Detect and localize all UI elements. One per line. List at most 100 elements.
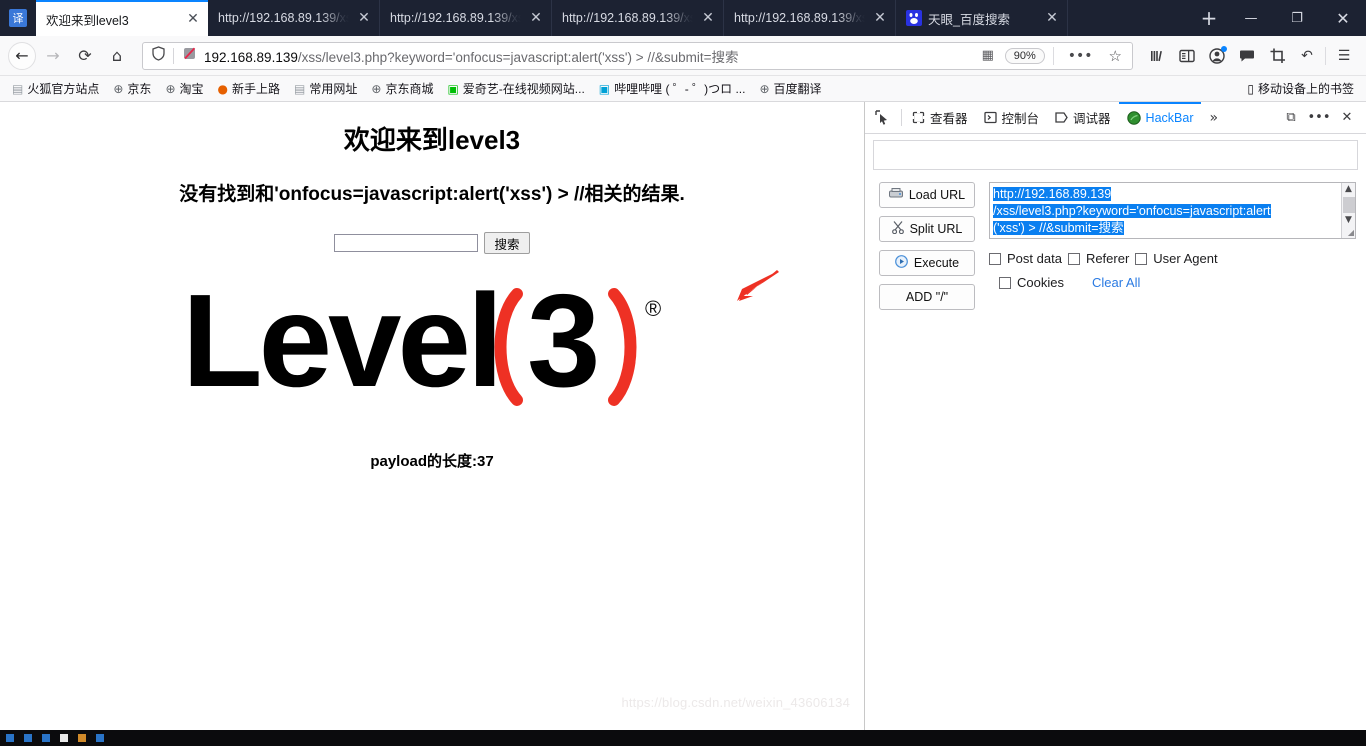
scroll-up-icon[interactable]: ▲ (1345, 183, 1352, 196)
tab-title: 天眼_百度搜索 (928, 12, 1010, 27)
scrollbar-thumb[interactable] (1342, 197, 1355, 213)
clear-all-link[interactable]: Clear All (1092, 275, 1140, 290)
load-url-button[interactable]: Load URL (879, 182, 975, 208)
taskbar-item[interactable] (78, 734, 86, 742)
split-url-button[interactable]: Split URL (879, 216, 975, 242)
hackbar-right-column: http://192.168.89.139 /xss/level3.php?ke… (989, 182, 1356, 310)
resize-handle-icon[interactable]: ◢ (1348, 228, 1354, 237)
bookmark-item[interactable]: ▣ 爱奇艺-在线视频网站... (441, 78, 590, 99)
load-url-icon (888, 188, 903, 202)
home-button[interactable]: ⌂ (102, 41, 132, 71)
phone-icon: ▯ (1247, 81, 1254, 96)
sidebar-icon[interactable] (1173, 42, 1201, 70)
bookmark-star-icon[interactable]: ☆ (1105, 47, 1126, 65)
back-button[interactable]: ← (8, 41, 36, 70)
url-textarea[interactable]: http://192.168.89.139 /xss/level3.php?ke… (990, 183, 1341, 238)
library-icon[interactable] (1143, 42, 1171, 70)
dock-position-icon[interactable]: ⧉ (1278, 110, 1304, 125)
zoom-level-badge[interactable]: 90% (1004, 47, 1045, 64)
shield-icon[interactable] (149, 46, 167, 65)
tab-close-icon[interactable]: ✕ (355, 11, 373, 25)
close-devtools-icon[interactable]: ✕ (1334, 110, 1360, 125)
tab-close-icon[interactable]: ✕ (699, 11, 717, 25)
checkbox-box[interactable] (999, 276, 1011, 289)
user-agent-checkbox[interactable]: User Agent (1135, 251, 1218, 266)
bookmark-item[interactable]: ⊕ 京东 (107, 78, 157, 99)
tab-close-icon[interactable]: ✕ (184, 12, 202, 26)
taskbar-item[interactable] (60, 734, 68, 742)
browser-tab-4[interactable]: http://192.168.89.139/xss/ ✕ (552, 0, 724, 36)
devtools-settings-icon[interactable]: ••• (1306, 110, 1332, 125)
bookmarks-toolbar: ▤ 火狐官方站点 ⊕ 京东 ⊕ 淘宝 ● 新手上路 ▤ 常用网址 ⊕ 京东商城 ▣ 爱奇艺-在… (0, 76, 1366, 102)
bookmark-item[interactable]: ▤ 常用网址 (288, 78, 363, 99)
close-window-button[interactable]: ✕ (1320, 0, 1366, 36)
post-data-checkbox[interactable]: Post data (989, 251, 1062, 266)
bookmark-item[interactable]: ● 新手上路 (212, 78, 287, 99)
scroll-down-icon[interactable]: ▼ (1345, 214, 1352, 227)
checkbox-box[interactable] (989, 252, 1001, 265)
taskbar-item[interactable] (96, 734, 104, 742)
undo-icon[interactable]: ↶ (1293, 42, 1321, 70)
element-picker-icon[interactable] (865, 102, 899, 133)
bookmark-item[interactable]: ⊕ 百度翻译 (753, 78, 827, 99)
browser-tab-1[interactable]: 欢迎来到level3 ✕ (36, 0, 208, 36)
execute-button[interactable]: Execute (879, 250, 975, 276)
browser-tab-5[interactable]: http://192.168.89.139/xss/ ✕ (724, 0, 896, 36)
maximize-button[interactable]: ❐ (1274, 0, 1320, 36)
new-tab-button[interactable]: + (1190, 0, 1228, 36)
page-actions-icon[interactable]: ••• (1062, 48, 1099, 64)
account-icon[interactable] (1203, 42, 1231, 70)
reload-button[interactable]: ⟳ (70, 41, 100, 71)
url-textarea-wrapper[interactable]: http://192.168.89.139 /xss/level3.php?ke… (989, 182, 1356, 239)
bookmark-item[interactable]: ⊕ 京东商城 (365, 78, 439, 99)
tab-debugger[interactable]: 调试器 (1047, 102, 1119, 133)
tab-close-icon[interactable]: ✕ (871, 11, 889, 25)
checkbox-box[interactable] (1067, 252, 1080, 265)
chat-icon[interactable] (1233, 42, 1261, 70)
address-bar[interactable]: 192.168.89.139/xss/level3.php?keyword='o… (142, 41, 1133, 70)
devtools-toolbar: 查看器 控制台 调试器 HackBar » ⧉ ••• ✕ (865, 102, 1366, 134)
browser-tab-3[interactable]: http://192.168.89.139/xss/ ✕ (380, 0, 552, 36)
tracker-blocked-icon[interactable] (180, 46, 198, 65)
bookmark-item[interactable]: ⊕ 淘宝 (159, 78, 209, 99)
os-taskbar[interactable] (0, 730, 1366, 746)
url-text: 192.168.89.139/xss/level3.php?keyword='o… (204, 49, 739, 65)
payload-length-text: payload的长度:37 (370, 453, 494, 470)
tab-label: 调试器 (1073, 112, 1111, 126)
forward-button[interactable]: → (38, 41, 68, 71)
hackbar-body: Load URL Split URL Execute ADD "/" http:… (865, 170, 1366, 310)
globe-icon: ⊕ (113, 81, 124, 96)
browser-tab-6[interactable]: 天眼_百度搜索 ✕ (896, 0, 1068, 36)
checkbox-box[interactable] (1135, 252, 1148, 265)
screenshot-crop-icon[interactable] (1263, 42, 1291, 70)
hamburger-menu-icon[interactable]: ☰ (1330, 42, 1358, 70)
level3-logo-svg: Level 3 ® (182, 282, 661, 412)
hackbar-button-column: Load URL Split URL Execute ADD "/" (879, 182, 975, 310)
tab-console[interactable]: 控制台 (976, 102, 1048, 133)
tab-hackbar[interactable]: HackBar (1118, 102, 1202, 133)
globe-icon: ⊕ (759, 81, 770, 96)
tab-close-icon[interactable]: ✕ (527, 11, 545, 25)
taskbar-item[interactable] (24, 734, 32, 742)
taskbar-item[interactable] (6, 734, 14, 742)
qr-code-icon[interactable]: ▦ (977, 48, 999, 63)
search-input[interactable] (334, 234, 479, 252)
add-slash-button[interactable]: ADD "/" (879, 284, 975, 310)
tab-list: 欢迎来到level3 ✕ http://192.168.89.139/xss/ … (36, 0, 1190, 36)
more-tabs-icon[interactable]: » (1201, 102, 1226, 133)
minimize-button[interactable]: — (1228, 0, 1274, 36)
bookmark-item[interactable]: ▣ 哔哩哔哩 ( ゜- ゜)つロ ... (593, 78, 752, 99)
tab-inspector[interactable]: 查看器 (904, 102, 976, 133)
mobile-bookmarks-item[interactable]: ▯ 移动设备上的书签 (1247, 80, 1360, 97)
search-button[interactable]: 搜索 (484, 232, 530, 254)
bookmark-item[interactable]: ▤ 火狐官方站点 (6, 78, 105, 99)
cookies-checkbox[interactable]: Cookies (999, 275, 1064, 290)
referer-checkbox[interactable]: Referer (1067, 251, 1129, 266)
content-area: 欢迎来到level3 没有找到和'onfocus=javascript:aler… (0, 102, 1366, 730)
taskbar-item[interactable] (42, 734, 50, 742)
tab-label: 查看器 (930, 112, 968, 126)
tab-close-icon[interactable]: ✕ (1043, 11, 1061, 25)
browser-tab-2[interactable]: http://192.168.89.139/xss/ ✕ (208, 0, 380, 36)
result-message: 没有找到和'onfocus=javascript:alert('xss') > … (179, 184, 685, 205)
translate-extension-button[interactable]: 译 (0, 0, 36, 36)
